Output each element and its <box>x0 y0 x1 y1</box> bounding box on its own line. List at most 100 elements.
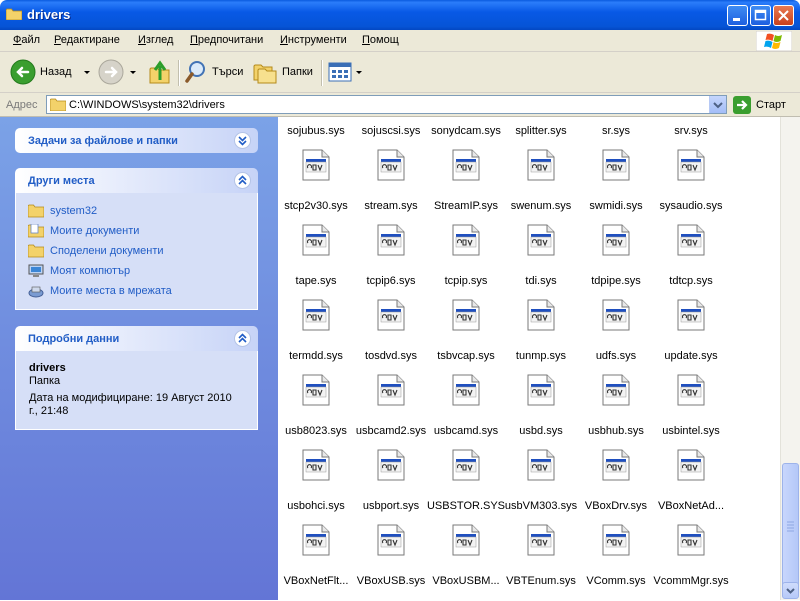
other-places-header[interactable]: Други места <box>15 168 258 193</box>
menu-tools[interactable]: Инструменти <box>280 34 347 46</box>
system-file-icon <box>302 524 330 556</box>
file-item[interactable]: VBoxUSBM... <box>428 500 504 587</box>
scrollbar-thumb[interactable] <box>782 463 799 591</box>
file-item[interactable]: splitter.sys <box>503 117 579 137</box>
place-link-system32[interactable]: system32 <box>16 201 257 221</box>
system-file-icon <box>527 149 555 181</box>
file-item[interactable]: tdpipe.sys <box>578 200 654 287</box>
file-item[interactable]: sojubus.sys <box>278 117 354 137</box>
file-item[interactable]: VBoxNetFlt... <box>278 500 354 587</box>
file-item[interactable]: stcp2v30.sys <box>278 125 354 212</box>
search-label: Търси <box>212 66 244 78</box>
address-value: C:\WINDOWS\system32\drivers <box>69 99 225 111</box>
file-item[interactable]: tcpip6.sys <box>353 200 429 287</box>
file-item[interactable]: tcpip.sys <box>428 200 504 287</box>
file-item[interactable]: StreamIP.sys <box>428 125 504 212</box>
file-item[interactable]: tsbvcap.sys <box>428 275 504 362</box>
folders-button[interactable]: Папки <box>253 58 313 86</box>
file-item[interactable]: VComm.sys <box>578 500 654 587</box>
file-item[interactable]: usbintel.sys <box>653 350 729 437</box>
system-file-icon <box>602 449 630 481</box>
search-button[interactable]: Търси <box>184 58 243 86</box>
file-item[interactable]: usbVM303.sys <box>503 425 579 512</box>
file-item[interactable]: usbcamd2.sys <box>353 350 429 437</box>
chevron-down-icon[interactable] <box>354 67 364 77</box>
place-link-my-computer[interactable]: Моят компютър <box>16 261 257 281</box>
system-file-icon <box>677 374 705 406</box>
file-item[interactable]: usbcamd.sys <box>428 350 504 437</box>
menu-view[interactable]: Изглед <box>138 34 173 46</box>
file-item[interactable]: USBSTOR.SYS <box>427 425 505 512</box>
views-button[interactable] <box>328 58 364 86</box>
menu-favorites[interactable]: Предпочитани <box>190 34 263 46</box>
file-item[interactable]: srv.sys <box>653 117 729 137</box>
maximize-button[interactable] <box>750 5 771 26</box>
search-icon <box>185 61 205 83</box>
address-dropdown-button[interactable] <box>709 96 726 113</box>
expand-chevron-icon[interactable] <box>234 132 251 149</box>
details-title: Подробни данни <box>28 333 120 345</box>
file-item[interactable]: stream.sys <box>353 125 429 212</box>
file-item[interactable]: tape.sys <box>278 200 354 287</box>
menu-edit[interactable]: Редактиране <box>54 34 120 46</box>
file-list[interactable]: sojubus.sys sojuscsi.sys sonydcam.sys split… <box>278 117 780 600</box>
up-folder-button[interactable] <box>148 58 172 86</box>
place-link-network-places[interactable]: Моите места в мрежата <box>16 281 257 301</box>
minimize-button[interactable] <box>727 5 748 26</box>
details-header[interactable]: Подробни данни <box>15 326 258 351</box>
chevron-down-icon[interactable] <box>128 67 138 77</box>
file-item[interactable]: tunmp.sys <box>503 275 579 362</box>
collapse-chevron-icon[interactable] <box>234 172 251 189</box>
collapse-chevron-icon[interactable] <box>234 330 251 347</box>
place-link-shared-documents[interactable]: Споделени документи <box>16 241 257 261</box>
file-item[interactable]: VBoxDrv.sys <box>578 425 654 512</box>
vertical-scrollbar[interactable] <box>780 117 800 600</box>
file-item[interactable]: swenum.sys <box>503 125 579 212</box>
file-item[interactable]: usb8023.sys <box>278 350 354 437</box>
title-bar[interactable]: drivers <box>0 0 800 30</box>
other-places-panel: Други места system32 Моите документи Спо… <box>15 168 258 310</box>
file-item[interactable]: swmidi.sys <box>578 125 654 212</box>
file-item[interactable]: udfs.sys <box>578 275 654 362</box>
chevron-down-icon <box>713 102 723 109</box>
system-file-icon <box>602 299 630 331</box>
file-item[interactable]: VBoxNetAd... <box>653 425 729 512</box>
folder-icon <box>28 204 44 218</box>
address-bar: Адрес C:\WINDOWS\system32\drivers Старт <box>0 93 800 117</box>
file-item[interactable]: sysaudio.sys <box>653 125 729 212</box>
go-arrow-icon <box>733 96 751 114</box>
details-body: drivers Папка Дата на модифициране: 19 А… <box>15 351 258 430</box>
file-item[interactable]: sojuscsi.sys <box>353 117 429 137</box>
place-link-my-documents[interactable]: Моите документи <box>16 221 257 241</box>
file-item[interactable]: usbport.sys <box>353 425 429 512</box>
system-file-icon <box>527 299 555 331</box>
system-file-icon <box>302 299 330 331</box>
file-item[interactable]: VBTEnum.sys <box>503 500 579 587</box>
forward-button[interactable] <box>98 58 138 86</box>
file-item[interactable]: update.sys <box>653 275 729 362</box>
menu-help[interactable]: Помощ <box>362 34 399 46</box>
file-item[interactable]: usbohci.sys <box>278 425 354 512</box>
file-item[interactable]: sonydcam.sys <box>428 117 504 137</box>
file-item[interactable]: tosdvd.sys <box>353 275 429 362</box>
go-button[interactable]: Старт <box>733 96 786 114</box>
file-item[interactable]: VBoxUSB.sys <box>353 500 429 587</box>
menu-file[interactable]: Файл <box>13 34 40 46</box>
system-file-icon <box>302 374 330 406</box>
back-button[interactable]: Назад <box>10 58 92 86</box>
chevron-down-icon[interactable] <box>82 67 92 77</box>
file-item[interactable]: usbd.sys <box>503 350 579 437</box>
file-item[interactable]: sr.sys <box>578 117 654 137</box>
system-file-icon <box>302 149 330 181</box>
file-item[interactable]: termdd.sys <box>278 275 354 362</box>
scroll-down-button[interactable] <box>782 582 799 599</box>
close-button[interactable] <box>773 5 794 26</box>
address-input[interactable]: C:\WINDOWS\system32\drivers <box>46 95 727 114</box>
file-tasks-header[interactable]: Задачи за файлове и папки <box>15 128 258 153</box>
file-item[interactable]: VcommMgr.sys <box>653 500 729 587</box>
system-file-icon <box>602 149 630 181</box>
file-item[interactable]: usbhub.sys <box>578 350 654 437</box>
file-item[interactable]: tdtcp.sys <box>653 200 729 287</box>
system-file-icon <box>602 524 630 556</box>
file-item[interactable]: tdi.sys <box>503 200 579 287</box>
